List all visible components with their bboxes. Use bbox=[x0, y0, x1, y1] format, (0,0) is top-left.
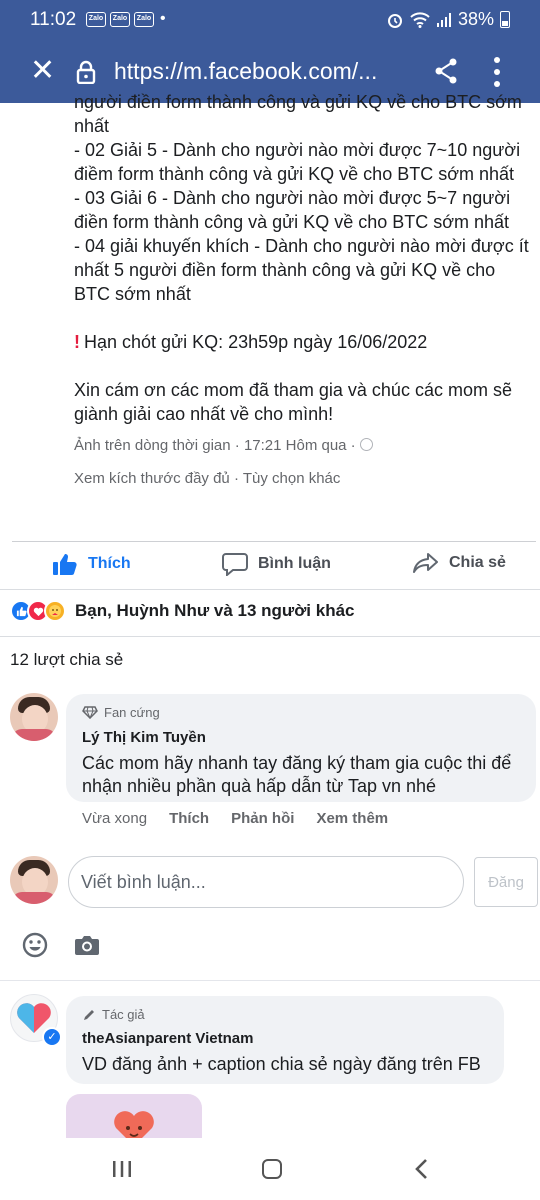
zalo-notification-icon: Zalo bbox=[86, 12, 106, 27]
like-label: Thích bbox=[88, 555, 131, 572]
comment-input[interactable] bbox=[81, 867, 451, 897]
battery-icon bbox=[500, 11, 510, 28]
close-icon[interactable]: ✕ bbox=[30, 56, 55, 86]
system-nav-bar bbox=[0, 1138, 540, 1200]
comment-button[interactable]: Bình luận bbox=[222, 552, 331, 576]
post-body: người điền form thành công và gửi KQ về … bbox=[74, 90, 540, 426]
post-comment-button[interactable]: Đăng bbox=[474, 857, 538, 907]
comment-actions: Vừa xong Thích Phản hồi Xem thêm bbox=[82, 810, 388, 827]
post-links[interactable]: Xem kích thước đầy đủ · Tùy chọn khác bbox=[74, 470, 340, 487]
heart-mascot-icon bbox=[114, 1111, 154, 1138]
share-label: Chia sẻ bbox=[449, 554, 506, 571]
comment-bubble: Fan cứng Lý Thị Kim Tuyền Các mom hãy nh… bbox=[66, 694, 536, 802]
zalo-notification-icon: Zalo bbox=[110, 12, 130, 27]
post-line: - 03 Giải 6 - Dành cho người nào mời đượ… bbox=[74, 188, 511, 208]
thanks-line: giành giải cao nhất về cho mình! bbox=[74, 404, 334, 424]
home-icon[interactable] bbox=[262, 1159, 282, 1179]
post-line: điền form thành công và gửi KQ về cho BT… bbox=[74, 212, 510, 232]
post-meta: Ảnh trên dòng thời gian · 17:21 Hôm qua … bbox=[74, 437, 373, 454]
status-right: 38% bbox=[386, 9, 510, 30]
divider bbox=[0, 636, 540, 637]
back-icon[interactable] bbox=[414, 1158, 428, 1180]
comment-input-wrapper bbox=[68, 856, 464, 908]
badge-label: Tác giả bbox=[102, 1007, 145, 1022]
notification-dot: • bbox=[160, 10, 166, 27]
globe-icon bbox=[359, 438, 373, 451]
divider bbox=[0, 980, 540, 981]
post-actions: Thích Bình luận Chia sẻ bbox=[0, 544, 540, 588]
browser-header: 11:02 Zalo Zalo Zalo • 38% ✕ https://m.f… bbox=[0, 0, 540, 103]
share-button[interactable]: Chia sẻ bbox=[413, 552, 506, 574]
share-arrow-icon bbox=[413, 553, 438, 573]
comment-text: Các mom hãy nhanh tay đăng ký tham gia c… bbox=[82, 753, 512, 796]
post-line: nhất bbox=[74, 116, 110, 136]
avatar[interactable] bbox=[10, 693, 58, 741]
divider bbox=[0, 589, 540, 590]
post-line: - 02 Giải 5 - Dành cho người nào mời đượ… bbox=[74, 140, 521, 160]
like-button[interactable]: Thích bbox=[52, 552, 131, 576]
post-meta-text[interactable]: Ảnh trên dòng thời gian · 17:21 Hôm qua … bbox=[74, 437, 356, 454]
verified-icon: ✓ bbox=[42, 1027, 62, 1047]
comment-more-button[interactable]: Xem thêm bbox=[316, 810, 388, 827]
fan-badge: Fan cứng bbox=[82, 705, 160, 720]
more-vertical-icon[interactable] bbox=[494, 56, 500, 88]
recent-apps-icon[interactable] bbox=[112, 1160, 132, 1178]
comment-reply-button[interactable]: Phản hồi bbox=[231, 810, 294, 827]
signal-icon bbox=[436, 12, 451, 27]
reaction-summary[interactable]: Bạn, Huỳnh Như và 13 người khác bbox=[10, 600, 355, 622]
comment-time: Vừa xong bbox=[82, 810, 148, 827]
post-line: người điền form thành công và gửi KQ về … bbox=[74, 92, 522, 112]
pencil-icon bbox=[84, 1009, 94, 1020]
avatar bbox=[10, 856, 58, 904]
thanks-line: Xin cám ơn các mom đã tham gia và chúc c… bbox=[74, 380, 512, 400]
comment-like-button[interactable]: Thích bbox=[169, 810, 209, 827]
comment-text: VD đăng ảnh + caption chia sẻ ngày đăng … bbox=[82, 1054, 481, 1074]
care-reaction-icon bbox=[44, 600, 66, 622]
post-line: điềm form thành công và gửi KQ về cho BT… bbox=[74, 164, 515, 184]
comment-label: Bình luận bbox=[258, 555, 331, 572]
comment-bubble: Tác giả theAsianparent Vietnam VD đăng ả… bbox=[66, 996, 504, 1084]
url-text[interactable]: https://m.facebook.com/... bbox=[114, 58, 377, 85]
diamond-icon bbox=[82, 706, 98, 719]
alarm-icon bbox=[387, 13, 402, 28]
exclamation-icon: ! bbox=[74, 332, 80, 352]
comment-icon bbox=[222, 553, 248, 576]
camera-icon[interactable] bbox=[74, 934, 100, 956]
commenter-name[interactable]: Lý Thị Kim Tuyền bbox=[82, 729, 206, 746]
thumbs-up-icon bbox=[53, 554, 77, 575]
lock-icon bbox=[76, 60, 96, 84]
battery-percent: 38% bbox=[457, 9, 494, 29]
post-line: nhất 5 người điền form thành công và gửi… bbox=[74, 260, 496, 280]
badge-label: Fan cứng bbox=[104, 705, 160, 720]
share-count[interactable]: 12 lượt chia sẻ bbox=[10, 650, 123, 670]
author-badge: Tác giả bbox=[82, 1007, 145, 1022]
share-icon[interactable] bbox=[434, 58, 458, 84]
commenter-name[interactable]: theAsianparent Vietnam bbox=[82, 1030, 253, 1047]
wifi-icon bbox=[410, 11, 430, 28]
deadline-text: Hạn chót gửi KQ: 23h59p ngày 16/06/2022 bbox=[84, 332, 428, 352]
deadline-line: ! Hạn chót gửi KQ: 23h59p ngày 16/06/2022 bbox=[74, 330, 540, 354]
post-line: BTC sớm nhất bbox=[74, 284, 191, 304]
divider bbox=[12, 541, 536, 542]
status-bar: 11:02 Zalo Zalo Zalo • 38% bbox=[0, 0, 540, 40]
status-time: 11:02 bbox=[30, 9, 77, 30]
comment-image[interactable] bbox=[66, 1094, 202, 1138]
reaction-summary-text: Bạn, Huỳnh Như và 13 người khác bbox=[75, 601, 355, 620]
zalo-notification-icon: Zalo bbox=[134, 12, 154, 27]
post-line: - 04 giải khuyến khích - Dành cho người … bbox=[74, 236, 529, 256]
emoji-icon[interactable] bbox=[22, 932, 48, 958]
